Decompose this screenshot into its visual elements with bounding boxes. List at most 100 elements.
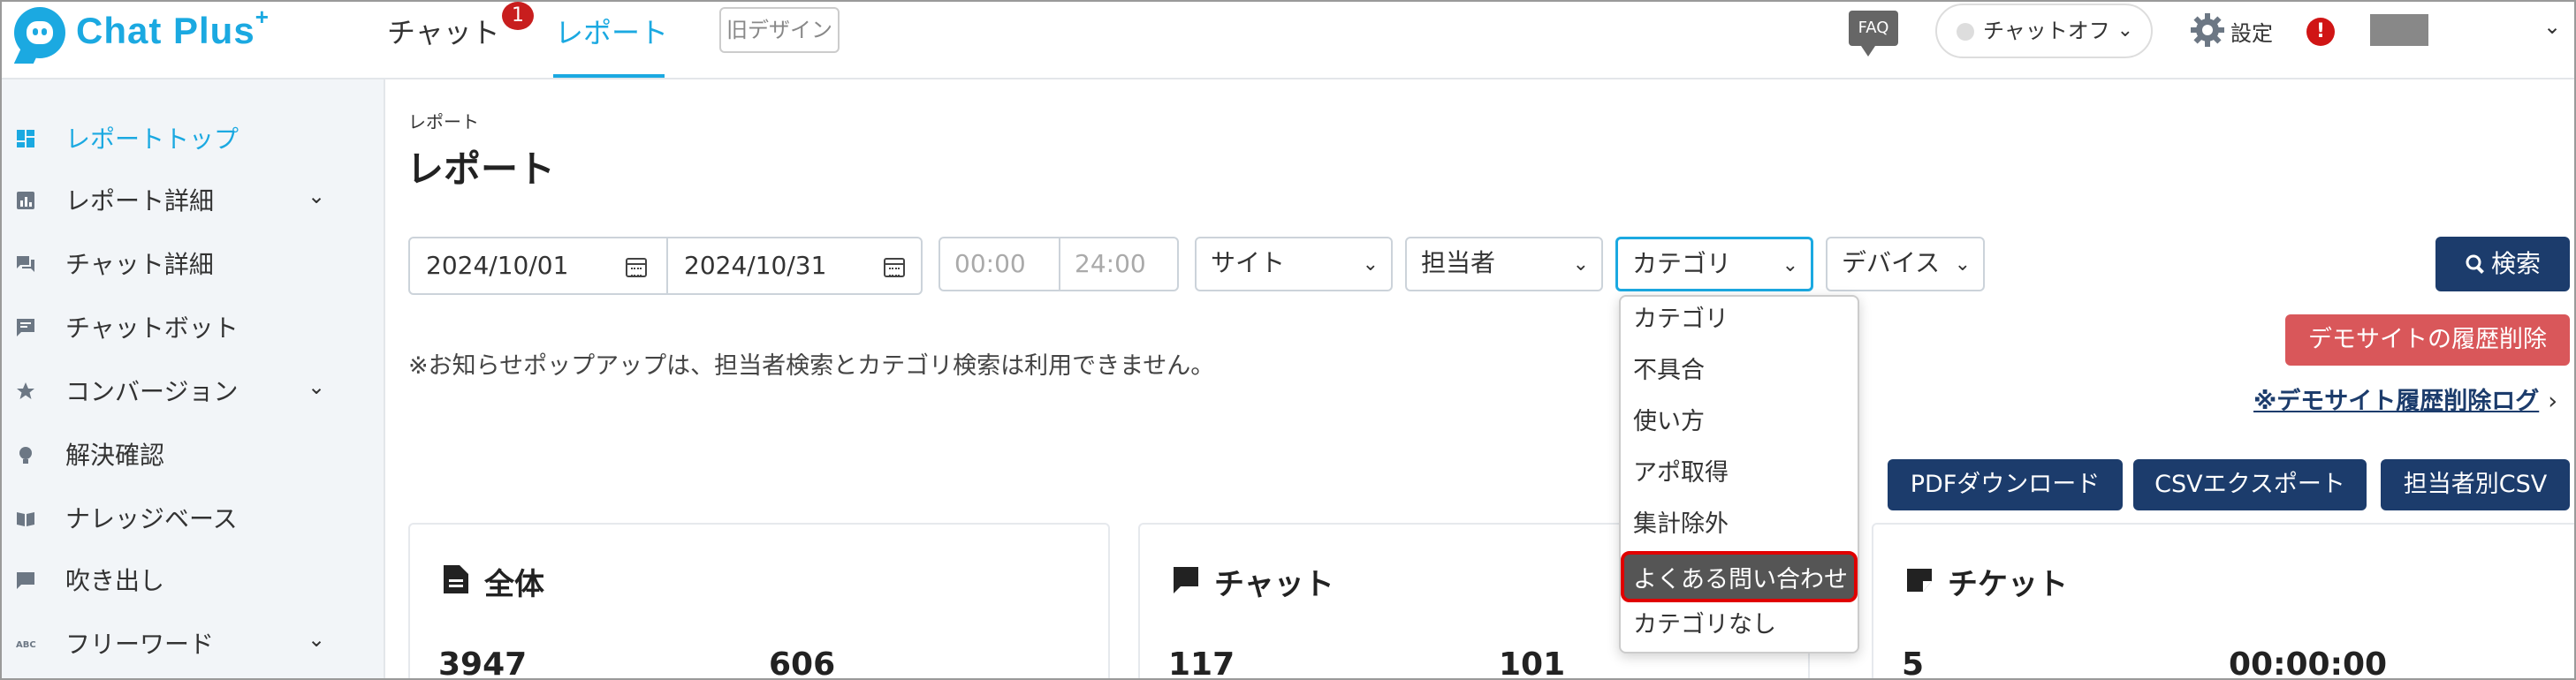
card-title: 全体: [484, 567, 544, 602]
chat-icon: [17, 256, 34, 272]
demo-delete-log-link[interactable]: ※デモサイト履歴削除ログ ›: [2253, 382, 2557, 416]
date-from-input[interactable]: 2024/10/01: [410, 238, 568, 293]
faq-icon[interactable]: FAQ: [1849, 11, 1898, 57]
bot-icon: [17, 319, 34, 336]
calendar-icon[interactable]: [626, 258, 647, 277]
sidebar-item-free-word[interactable]: ABC フリーワード ⌄: [2, 616, 385, 669]
chat-status-label: チャットオフ: [1983, 19, 2110, 43]
star-icon: [17, 382, 34, 399]
summary-card-total: 全体 3947 606: [408, 523, 1110, 680]
chevron-right-icon: ›: [2548, 388, 2558, 415]
card-value: 00:00:00: [2229, 646, 2388, 680]
user-menu-chevron-icon[interactable]: ⌄: [2543, 14, 2561, 39]
sidebar-item-conversion[interactable]: コンバージョン ⌄: [2, 364, 385, 417]
sidebar-item-report-top[interactable]: レポートトップ: [2, 111, 385, 164]
abc-icon: ABC: [16, 640, 36, 650]
alert-icon[interactable]: !: [2306, 18, 2335, 46]
sidebar: レポートトップ レポート詳細 ⌄ チャット詳細 チャットボット コンバージョン …: [2, 79, 385, 678]
chevron-down-icon: ⌄: [308, 184, 326, 208]
card-title: チケット: [1948, 567, 2068, 602]
gear-icon[interactable]: [2190, 12, 2225, 48]
sidebar-item-speech-bubble[interactable]: 吹き出し: [2, 553, 385, 606]
document-icon: [444, 565, 468, 593]
category-option[interactable]: 集計除外: [1633, 503, 1729, 546]
chevron-down-icon: ⌄: [1572, 253, 1589, 276]
sidebar-item-label: レポート詳細: [65, 186, 215, 215]
sidebar-item-label: 吹き出し: [65, 566, 165, 595]
category-select[interactable]: カテゴリ ⌄: [1615, 237, 1813, 291]
category-option[interactable]: 不具合: [1633, 350, 1705, 392]
chevron-down-icon: ⌄: [1782, 254, 1798, 276]
user-avatar[interactable]: [2370, 14, 2428, 46]
sidebar-item-knowledge-base[interactable]: ナレッジベース: [2, 491, 385, 544]
chevron-down-icon: ⌄: [308, 627, 326, 652]
search-button[interactable]: 検索: [2435, 237, 2570, 291]
category-option[interactable]: カテゴリなし: [1633, 604, 1776, 646]
category-option[interactable]: 使い方: [1633, 401, 1705, 443]
chevron-down-icon: ⌄: [1954, 253, 1971, 276]
pdf-download-button[interactable]: PDFダウンロード: [1888, 459, 2123, 510]
agent-csv-button[interactable]: 担当者別CSV: [2381, 459, 2570, 510]
sidebar-item-chatbot[interactable]: チャットボット: [2, 300, 385, 353]
category-option[interactable]: カテゴリ: [1633, 298, 1729, 341]
card-value: 606: [769, 646, 836, 680]
sidebar-item-report-detail[interactable]: レポート詳細 ⌄: [2, 173, 385, 226]
summary-card-ticket: チケット 5 00:00:00: [1872, 523, 2574, 680]
calendar-icon[interactable]: [884, 258, 905, 277]
card-value: 117: [1168, 646, 1235, 680]
report-icon: [17, 192, 34, 209]
nav-tab-report[interactable]: レポート: [555, 11, 668, 51]
nav-tab-chat[interactable]: チャット: [387, 11, 500, 51]
sidebar-item-label: チャット詳細: [65, 250, 214, 279]
old-design-button[interactable]: 旧デザイン: [719, 7, 840, 53]
device-select[interactable]: デバイス ⌄: [1826, 237, 1985, 291]
top-header: Chat Plus+ チャット 1 レポート 旧デザイン FAQ チャットオフ …: [2, 2, 2574, 79]
sidebar-item-label: フリーワード: [65, 630, 215, 659]
site-select[interactable]: サイト ⌄: [1195, 237, 1393, 291]
sidebar-item-label: チャットボット: [65, 314, 239, 343]
chevron-down-icon: ⌄: [1362, 253, 1379, 276]
category-dropdown-menu: カテゴリ 不具合 使い方 アポ取得 集計除外 よくある問い合わせ カテゴリなし: [1619, 295, 1859, 654]
chat-notification-badge: 1: [502, 2, 534, 30]
app-window: Chat Plus+ チャット 1 レポート 旧デザイン FAQ チャットオフ …: [0, 0, 2576, 680]
sidebar-item-label: 解決確認: [65, 441, 165, 470]
search-button-label: 検索: [2490, 249, 2541, 278]
sidebar-item-chat-detail[interactable]: チャット詳細: [2, 237, 385, 290]
dashboard-icon: [17, 130, 34, 147]
agent-select[interactable]: 担当者 ⌄: [1405, 237, 1603, 291]
category-option-highlighted[interactable]: よくある問い合わせ: [1621, 551, 1858, 602]
speech-bubble-icon: [17, 572, 34, 589]
chevron-down-icon: ⌄: [2116, 19, 2133, 42]
card-value: 5: [1902, 646, 1925, 680]
logo-text[interactable]: Chat Plus+: [76, 4, 270, 52]
sidebar-item-label: ナレッジベース: [65, 504, 238, 533]
note-icon: [1907, 569, 1932, 592]
active-tab-underline: [553, 74, 665, 78]
book-icon: [17, 512, 34, 526]
sidebar-item-label: コンバージョン: [65, 377, 239, 406]
time-to-input[interactable]: 24:00: [1060, 238, 1146, 290]
chat-icon: [1174, 567, 1198, 593]
card-value: 101: [1499, 646, 1566, 680]
search-icon: [2466, 254, 2484, 274]
sidebar-item-label: レポートトップ: [65, 125, 239, 154]
main-content: レポート レポート 2024/10/01 2024/10/31 00:00 24…: [387, 81, 2574, 680]
time-from-input[interactable]: 00:00: [940, 238, 1026, 290]
bulb-icon: [19, 447, 32, 464]
notice-text: ※お知らせポップアップは、担当者検索とカテゴリ検索は利用できません。: [408, 352, 1215, 380]
date-to-input[interactable]: 2024/10/31: [668, 238, 826, 293]
chevron-down-icon: ⌄: [308, 374, 326, 399]
date-range-picker: 2024/10/01 2024/10/31: [408, 237, 923, 295]
settings-link[interactable]: 設定: [2230, 16, 2273, 47]
csv-export-button[interactable]: CSVエクスポート: [2133, 459, 2367, 510]
breadcrumb[interactable]: レポート: [408, 108, 479, 133]
page-title: レポート: [407, 147, 556, 191]
time-range-picker: 00:00 24:00: [938, 237, 1179, 291]
demo-history-delete-button[interactable]: デモサイトの履歴削除: [2285, 314, 2570, 366]
sidebar-item-resolution[interactable]: 解決確認: [2, 427, 385, 480]
chat-status-toggle[interactable]: チャットオフ ⌄: [1935, 4, 2153, 58]
chatplus-logo-icon[interactable]: [14, 7, 65, 58]
category-option[interactable]: アポ取得: [1633, 452, 1729, 495]
card-value: 3947: [438, 646, 528, 680]
card-title: チャット: [1214, 567, 1334, 602]
